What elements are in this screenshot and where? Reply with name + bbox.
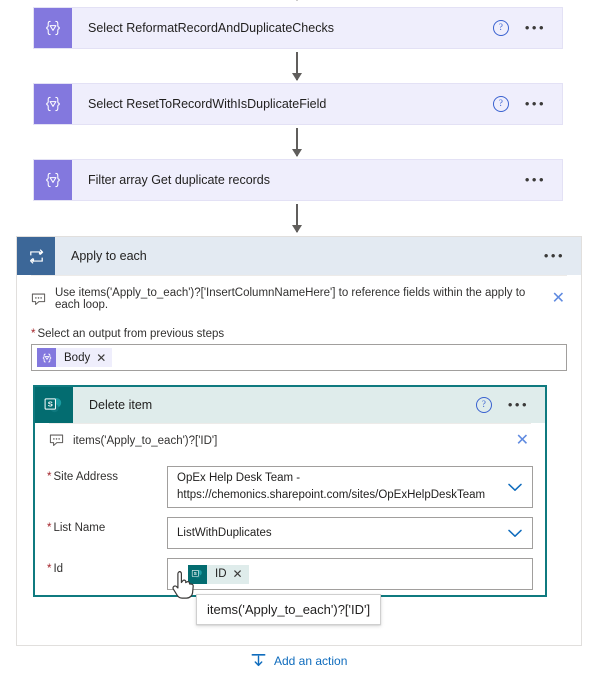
apply-to-each-loop-icon — [17, 237, 55, 275]
connector-2 — [292, 128, 302, 157]
overflow-menu-icon[interactable]: ••• — [525, 173, 546, 186]
flow-node-title: Select ReformatRecordAndDuplicateChecks — [88, 21, 334, 35]
apply-to-each-card[interactable]: Apply to each ••• Use items('Apply_to_ea… — [16, 236, 582, 668]
help-icon[interactable]: ? — [492, 96, 509, 112]
help-icon[interactable]: ? — [492, 20, 509, 36]
field-label-text: List Name — [53, 522, 106, 534]
apply-to-each-actions: ••• — [544, 249, 581, 262]
data-operation-icon — [34, 160, 72, 200]
overflow-menu-icon[interactable]: ••• — [525, 97, 546, 110]
overflow-menu-icon[interactable]: ••• — [525, 21, 546, 34]
token-chip-label: Body — [64, 351, 91, 364]
required-marker: * — [47, 522, 52, 534]
site-address-dropdown[interactable]: OpEx Help Desk Team - https://chemonics.… — [167, 466, 533, 508]
data-operation-icon — [34, 84, 72, 124]
field-label-text: Site Address — [53, 471, 119, 483]
help-icon[interactable]: ? — [475, 397, 492, 413]
flow-node-title: Filter array Get duplicate records — [88, 173, 271, 187]
sharepoint-icon: S — [188, 564, 207, 584]
flow-node-actions: ••• — [525, 173, 562, 186]
flow-node-filter-array[interactable]: Filter array Get duplicate records ••• — [34, 160, 562, 200]
required-marker: * — [31, 328, 36, 340]
flow-node-actions: ? ••• — [492, 20, 562, 36]
field-label-id: * Id — [47, 558, 167, 575]
sharepoint-card-tip: items('Apply_to_each')?['ID'] ✕ — [47, 424, 533, 457]
close-icon[interactable]: ✕ — [550, 291, 567, 307]
sharepoint-card-tip-text: items('Apply_to_each')?['ID'] — [73, 434, 218, 447]
token-chip-id[interactable]: S ID ✕ — [188, 564, 249, 584]
comment-bubble-icon — [49, 433, 64, 448]
field-label-text: Id — [53, 563, 64, 575]
apply-to-each-header[interactable]: Apply to each ••• — [17, 237, 581, 275]
list-name-dropdown[interactable]: ListWithDuplicates — [167, 517, 533, 549]
data-operation-icon — [37, 348, 56, 367]
required-marker: * — [47, 471, 52, 483]
required-marker: * — [47, 563, 52, 575]
sharepoint-icon: S — [35, 387, 73, 423]
remove-token-icon[interactable]: ✕ — [96, 351, 112, 365]
insert-below-icon — [250, 652, 267, 669]
apply-to-each-body: Use items('Apply_to_each')?['InsertColum… — [17, 275, 581, 377]
site-address-value-line1: OpEx Help Desk Team - — [177, 472, 301, 484]
flow-designer-canvas: Select ReformatRecordAndDuplicateChecks … — [0, 0, 594, 682]
field-id: * Id S ID ✕ — [47, 558, 533, 590]
comment-bubble-icon — [31, 292, 46, 307]
sharepoint-card-title: Delete item — [89, 398, 153, 412]
sharepoint-delete-item-card[interactable]: S Delete item ? ••• items('Apply_to_each… — [33, 385, 547, 597]
field-label-site-address: * Site Address — [47, 466, 167, 483]
flow-node-select-reset[interactable]: Select ResetToRecordWithIsDuplicateField… — [34, 84, 562, 124]
data-operation-icon — [34, 8, 72, 48]
connector-3 — [292, 204, 302, 233]
flow-node-actions: ? ••• — [492, 96, 562, 112]
sharepoint-card-actions: ? ••• — [475, 397, 545, 413]
flow-node-select-reformat[interactable]: Select ReformatRecordAndDuplicateChecks … — [34, 8, 562, 48]
field-site-address: * Site Address OpEx Help Desk Team - http… — [47, 466, 533, 508]
output-field-label: Select an output from previous steps — [37, 328, 225, 340]
remove-token-icon[interactable]: ✕ — [233, 567, 249, 581]
svg-text:S: S — [48, 400, 53, 409]
token-chip-label: ID — [215, 568, 227, 580]
chevron-down-icon[interactable] — [500, 483, 528, 492]
field-label-list-name: * List Name — [47, 517, 167, 534]
loop-tip-text: Use items('Apply_to_each')?['InsertColum… — [55, 287, 526, 311]
loop-tip: Use items('Apply_to_each')?['InsertColum… — [29, 276, 569, 322]
field-list-name: * List Name ListWithDuplicates — [47, 517, 533, 549]
id-token-input[interactable]: S ID ✕ — [167, 558, 533, 590]
chevron-down-icon[interactable] — [500, 529, 528, 538]
expression-tooltip-text: items('Apply_to_each')?['ID'] — [207, 602, 371, 617]
expression-tooltip: items('Apply_to_each')?['ID'] — [196, 594, 382, 625]
overflow-menu-icon[interactable]: ••• — [508, 398, 529, 411]
add-an-action-button[interactable]: Add an action — [250, 652, 347, 669]
close-icon[interactable]: ✕ — [514, 432, 531, 448]
sharepoint-card-body: items('Apply_to_each')?['ID'] ✕ * Site Ad… — [35, 423, 545, 600]
site-address-value-line2: https://chemonics.sharepoint.com/sites/O… — [177, 489, 486, 501]
list-name-value: ListWithDuplicates — [177, 526, 272, 539]
output-token-input[interactable]: Body ✕ — [31, 344, 567, 371]
apply-to-each-title: Apply to each — [71, 249, 147, 263]
connector-1 — [292, 52, 302, 81]
flow-node-title: Select ResetToRecordWithIsDuplicateField — [88, 97, 327, 111]
output-field-label-wrap: * Select an output from previous steps — [31, 328, 569, 340]
token-chip-body[interactable]: Body ✕ — [37, 348, 113, 367]
add-an-action-label: Add an action — [274, 653, 348, 668]
overflow-menu-icon[interactable]: ••• — [544, 249, 565, 262]
svg-text:S: S — [194, 571, 197, 576]
sharepoint-card-header[interactable]: S Delete item ? ••• — [35, 387, 545, 423]
